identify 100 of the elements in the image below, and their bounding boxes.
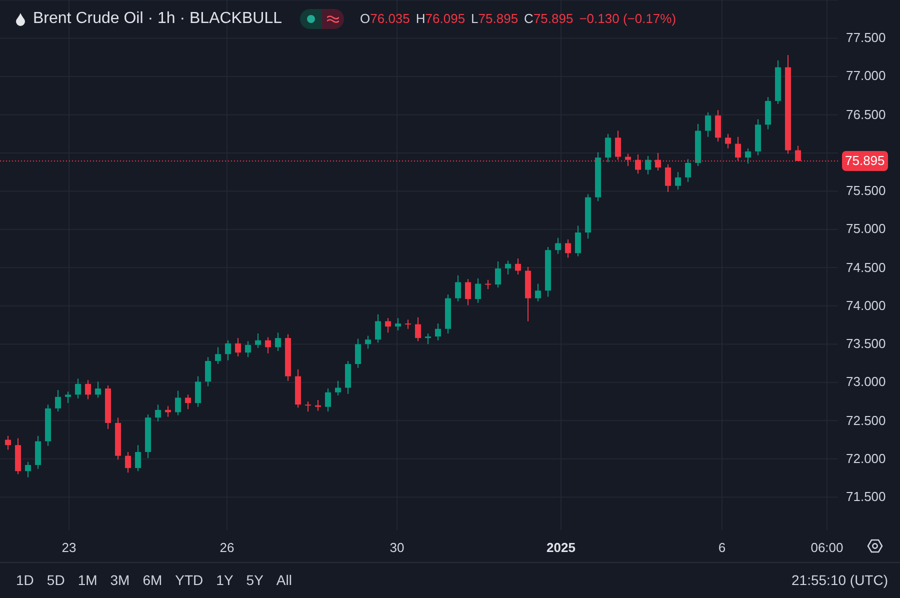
candlestick	[745, 148, 751, 164]
candlestick	[395, 318, 401, 331]
price-tick: 72.000	[846, 452, 886, 465]
candlestick	[615, 130, 621, 160]
candlestick	[485, 279, 491, 290]
candlestick	[175, 390, 181, 416]
candlestick	[345, 360, 351, 394]
candlestick	[505, 260, 511, 276]
candlestick	[95, 381, 101, 398]
candlestick	[675, 172, 681, 190]
candlestick	[495, 261, 501, 288]
candlestick	[85, 380, 91, 400]
last-price-label: 75.895	[842, 150, 888, 171]
range-button[interactable]: 5D	[40, 568, 71, 593]
price-tick: 75.000	[846, 222, 886, 236]
candlestick	[415, 316, 421, 342]
candlestick	[635, 154, 641, 174]
range-button[interactable]: YTD	[169, 568, 210, 593]
time-tick: 26	[220, 539, 234, 557]
candlestick	[725, 133, 731, 149]
candlestick	[55, 390, 61, 412]
candlestick	[665, 164, 671, 192]
candlestick	[75, 378, 81, 399]
candlestick	[255, 332, 261, 348]
candlestick	[645, 156, 651, 175]
candlestick	[555, 237, 561, 254]
price-change: −0.130 (−0.17%)	[579, 10, 676, 28]
candlestick	[575, 225, 581, 257]
candlestick	[65, 391, 71, 404]
candlestick	[435, 323, 441, 341]
candlestick	[475, 278, 481, 304]
candlestick	[355, 338, 361, 368]
symbol-title[interactable]: Brent Crude Oil · 1h · BLACKBULL	[33, 7, 282, 31]
range-button[interactable]: 1Y	[210, 568, 240, 593]
ohlc-label: C	[524, 10, 534, 28]
candlestick	[335, 380, 341, 396]
candlestick	[365, 335, 371, 350]
candlestick	[235, 338, 241, 357]
candlestick	[795, 145, 801, 162]
candlestick	[205, 356, 211, 387]
range-button[interactable]: 5Y	[240, 568, 270, 593]
time-tick: 30	[390, 539, 404, 557]
range-button[interactable]: 1D	[10, 568, 40, 593]
ohlc-value: 76.035	[370, 10, 410, 28]
wave-icon	[327, 15, 339, 23]
price-tick: 74.500	[846, 260, 886, 274]
candlestick	[155, 404, 161, 422]
market-status-badge[interactable]	[300, 9, 344, 29]
candlestick	[215, 346, 221, 365]
price-tick: 76.500	[846, 108, 886, 121]
candlestick	[735, 136, 741, 162]
price-tick: 77.000	[846, 69, 886, 82]
clock-text: 21:55:10 (UTC)	[792, 571, 889, 590]
ohlc-label: L	[471, 10, 478, 28]
ohlc-label: O	[360, 10, 370, 28]
candlestick	[705, 112, 711, 138]
settings-icon[interactable]	[867, 538, 883, 554]
candlestick	[605, 133, 611, 163]
price-tick: 73.000	[846, 375, 886, 388]
candlestick	[625, 153, 631, 166]
candlestick	[25, 461, 31, 478]
time-tick: 23	[62, 539, 76, 557]
candlestick	[535, 283, 541, 302]
candlestick	[125, 451, 131, 474]
time-tick: 2025	[546, 539, 576, 557]
candlestick	[515, 258, 521, 276]
drop-icon	[16, 12, 25, 26]
time-tick: 6	[718, 539, 726, 557]
candlestick	[425, 332, 431, 345]
candlestick	[275, 332, 281, 352]
candlestick	[455, 274, 461, 302]
candlestick	[375, 314, 381, 344]
candlestick	[465, 278, 471, 306]
candlestick	[185, 394, 191, 410]
price-tick: 77.500	[846, 31, 886, 44]
candlestick	[325, 388, 331, 412]
candlestick	[715, 110, 721, 142]
candlestick	[5, 435, 11, 450]
candlestick	[315, 399, 321, 412]
candlestick	[135, 444, 141, 472]
ohlc-value: 75.895	[478, 10, 518, 28]
range-button[interactable]: 6M	[136, 568, 168, 593]
price-tick: 75.500	[846, 184, 886, 198]
price-tick: 71.500	[846, 490, 886, 504]
candlestick	[195, 376, 201, 408]
ohlc-label: H	[416, 10, 426, 28]
range-button[interactable]: 1M	[72, 568, 104, 593]
candlestick	[655, 152, 661, 172]
candlestick	[765, 96, 771, 130]
price-tick: 72.500	[846, 414, 886, 427]
price-tick: 73.500	[846, 337, 886, 350]
candlestick	[305, 401, 311, 412]
candlestick	[385, 318, 391, 334]
candlestick	[225, 340, 231, 361]
candlestick	[245, 340, 251, 358]
price-tick: 74.000	[846, 298, 886, 312]
range-button[interactable]: All	[270, 568, 298, 593]
range-button[interactable]: 3M	[104, 568, 136, 593]
time-tick: 06:00	[810, 539, 844, 557]
ohlc-value: 75.895	[533, 10, 574, 28]
